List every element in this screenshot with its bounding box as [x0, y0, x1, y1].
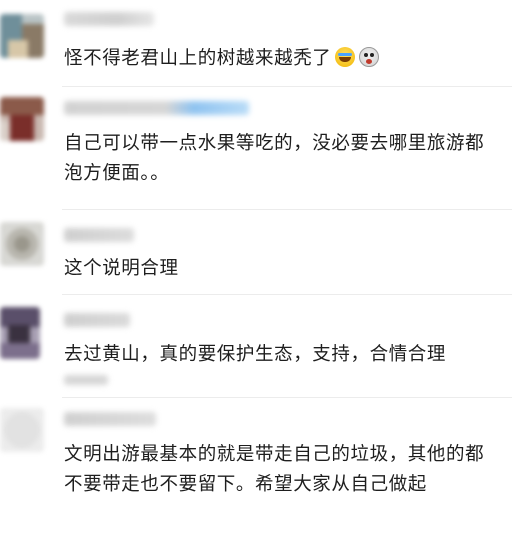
avatar[interactable] [0, 408, 44, 452]
comment-text: 怪不得老君山上的树越来越秃了 [64, 44, 498, 74]
comment-item: 去过黄山，真的要保护生态，支持，合情合理 [0, 295, 512, 397]
comment-item: 文明出游最基本的就是带走自己的垃圾，其他的都不要带走也不要留下。希望大家从自己做… [0, 398, 512, 533]
avatar[interactable] [0, 14, 44, 58]
username-redacted[interactable] [64, 412, 156, 426]
username-redacted[interactable] [64, 101, 249, 115]
username-redacted[interactable] [64, 313, 130, 327]
avatar[interactable] [0, 222, 44, 266]
comment-text: 文明出游最基本的就是带走自己的垃圾，其他的都不要带走也不要留下。希望大家从自己做… [64, 444, 485, 495]
comment-item: 自己可以带一点水果等吃的，没必要去哪里旅游都泡方便面。。 [0, 87, 512, 209]
crying-face-emoji-icon [359, 47, 380, 67]
comment-item: 这个说明合理 [0, 210, 512, 294]
comment-text: 自己可以带一点水果等吃的，没必要去哪里旅游都泡方便面。。 [64, 133, 485, 184]
comment-body: 怪不得老君山上的树越来越秃了 [64, 48, 332, 69]
laughing-crying-emoji-icon [335, 47, 356, 67]
comment-text: 这个说明合理 [64, 258, 179, 279]
username-redacted[interactable] [64, 12, 154, 26]
comment-text: 去过黄山，真的要保护生态，支持，合情合理 [64, 344, 447, 365]
comment-item: 怪不得老君山上的树越来越秃了 [0, 0, 512, 86]
username-redacted[interactable] [64, 228, 134, 242]
avatar[interactable] [0, 307, 40, 359]
timestamp-redacted [64, 375, 108, 385]
avatar[interactable] [0, 97, 44, 141]
